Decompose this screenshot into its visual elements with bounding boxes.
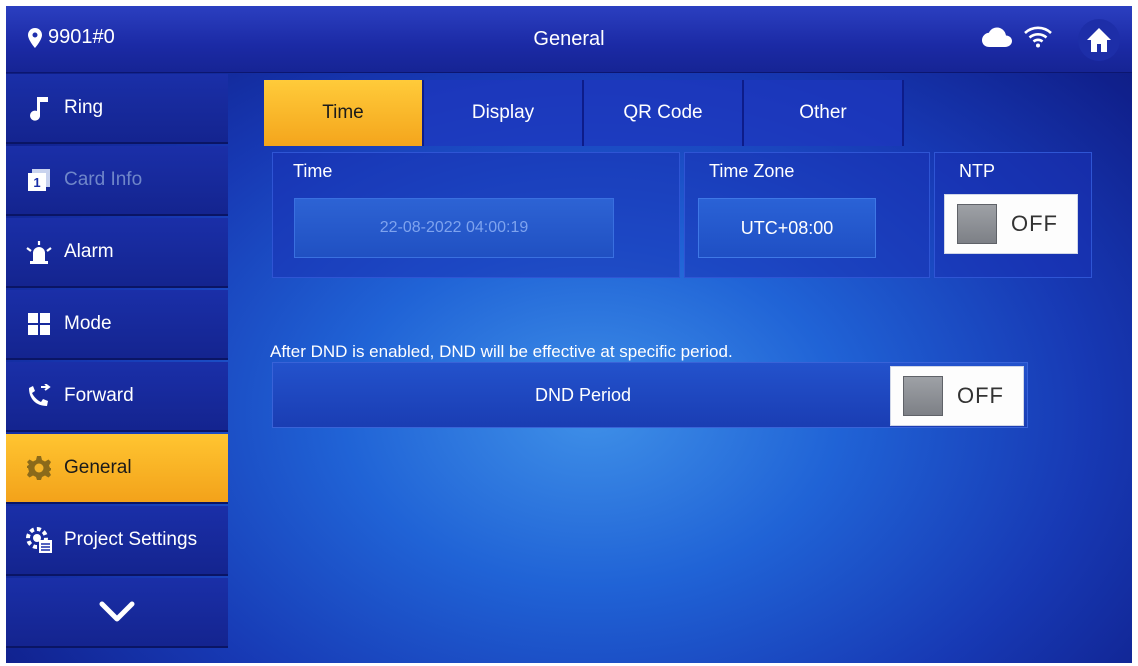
sidebar-item-card-info[interactable]: 1 Card Info	[6, 146, 228, 216]
home-icon	[1087, 28, 1111, 52]
top-bar: 9901#0 General	[6, 6, 1132, 73]
timezone-label: Time Zone	[709, 161, 795, 181]
sidebar-item-alarm[interactable]: Alarm	[6, 218, 228, 288]
sidebar-item-label: Project Settings	[64, 529, 198, 550]
timezone-button[interactable]: UTC+08:00	[698, 198, 876, 258]
card-icon: 1	[24, 165, 54, 195]
tab-time[interactable]: Time	[264, 80, 424, 146]
mode-grid-icon	[24, 309, 54, 339]
sidebar-more-button[interactable]	[6, 578, 228, 648]
svg-text:1: 1	[33, 175, 40, 190]
toggle-knob	[957, 204, 997, 244]
sidebar: Ring 1 Card Info Alarm Mode Forward Gene…	[6, 74, 228, 663]
page-title: General	[533, 28, 605, 50]
ntp-label: NTP	[959, 161, 995, 181]
sidebar-item-ring[interactable]: Ring	[6, 74, 228, 144]
sidebar-item-label: Card Info	[64, 169, 143, 190]
dnd-toggle[interactable]: OFF	[890, 366, 1024, 426]
dnd-period-label: DND Period	[534, 385, 632, 405]
toggle-knob	[903, 376, 943, 416]
screen: 9901#0 General Ring 1 Card Info Alarm Mo…	[6, 6, 1132, 663]
ntp-toggle[interactable]: OFF	[944, 194, 1078, 254]
chevron-down-icon	[99, 601, 135, 622]
sidebar-item-label: Mode	[64, 313, 112, 334]
time-label: Time	[293, 161, 333, 181]
music-note-icon	[24, 93, 54, 123]
gear-icon	[24, 453, 54, 483]
tab-other[interactable]: Other	[744, 80, 904, 146]
sidebar-item-label: Ring	[64, 97, 104, 118]
call-forward-icon	[24, 381, 54, 411]
ntp-toggle-state: OFF	[1011, 211, 1058, 236]
sidebar-item-label: Alarm	[64, 241, 114, 262]
sidebar-item-forward[interactable]: Forward	[6, 362, 228, 432]
wifi-icon	[1024, 26, 1052, 48]
tab-display[interactable]: Display	[424, 80, 584, 146]
home-button[interactable]	[1078, 19, 1120, 61]
tab-bar: Time Display QR Code Other	[264, 80, 904, 146]
alarm-siren-icon	[24, 237, 54, 267]
cloud-icon	[982, 27, 1012, 47]
status-icons	[982, 26, 1052, 48]
project-settings-icon	[24, 525, 54, 555]
dnd-hint-text: After DND is enabled, DND will be effect…	[270, 342, 733, 361]
sidebar-item-label: Forward	[64, 385, 134, 406]
sidebar-item-mode[interactable]: Mode	[6, 290, 228, 360]
sidebar-item-project-settings[interactable]: Project Settings	[6, 506, 228, 576]
time-field: 22-08-2022 04:00:19	[294, 198, 614, 258]
tab-qr-code[interactable]: QR Code	[584, 80, 744, 146]
sidebar-item-general[interactable]: General	[6, 434, 228, 504]
sidebar-item-label: General	[64, 457, 132, 478]
dnd-toggle-state: OFF	[957, 383, 1004, 408]
